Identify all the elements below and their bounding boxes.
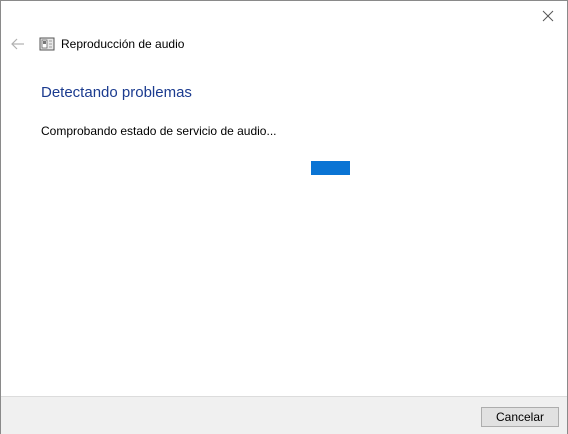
footer-bar: Cancelar	[1, 396, 567, 434]
close-button[interactable]	[537, 5, 559, 27]
audio-troubleshooter-icon	[39, 37, 55, 51]
page-heading: Detectando problemas	[41, 84, 192, 101]
progress-indicator	[311, 161, 350, 175]
status-text: Comprobando estado de servicio de audio.…	[41, 124, 277, 138]
back-arrow-icon	[11, 38, 24, 50]
window-header: Reproducción de audio	[9, 33, 184, 55]
troubleshooter-window: Reproducción de audio Detectando problem…	[0, 0, 568, 434]
close-icon	[542, 10, 554, 22]
window-title: Reproducción de audio	[61, 37, 185, 51]
back-button[interactable]	[9, 35, 27, 53]
cancel-button[interactable]: Cancelar	[481, 407, 559, 427]
